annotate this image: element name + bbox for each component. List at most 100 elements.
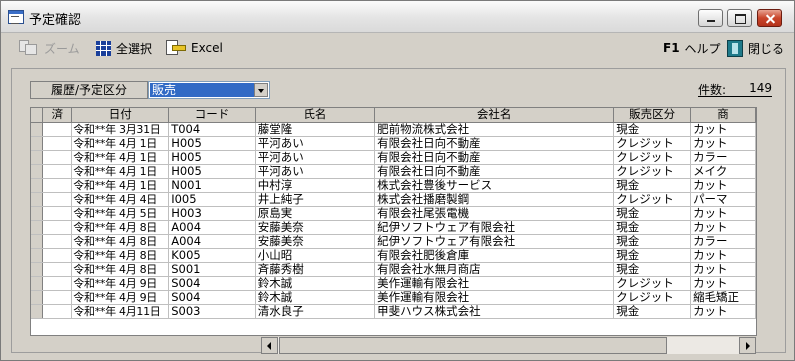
- column-header[interactable]: 済: [42, 108, 73, 123]
- horizontal-scrollbar[interactable]: [261, 337, 756, 354]
- done-checkbox-cell[interactable]: [42, 206, 73, 221]
- done-checkbox-cell[interactable]: [42, 150, 73, 165]
- row-selector[interactable]: [31, 178, 44, 193]
- table-cell: 令和**年 3月31日: [71, 122, 170, 137]
- table-cell: 有限会社日向不動産: [374, 136, 615, 151]
- done-checkbox-cell[interactable]: [42, 304, 73, 319]
- select-all-button[interactable]: 全選択: [96, 38, 152, 58]
- table-cell: 平河あい: [255, 164, 376, 179]
- table-cell: H005: [168, 136, 256, 151]
- table-row[interactable]: 令和**年 4月 8日 K005 小山昭 有限会社肥後倉庫 現金 カット: [31, 248, 756, 263]
- record-count: 件数: 149: [698, 81, 772, 97]
- help-button[interactable]: F1 ヘルプ: [663, 38, 721, 58]
- row-selector[interactable]: [31, 290, 44, 305]
- table-row[interactable]: 令和**年 4月 9日 S004 鈴木誠 美作運輸有限会社 クレジット カット: [31, 276, 756, 291]
- row-selector[interactable]: [31, 262, 44, 277]
- done-checkbox-cell[interactable]: [42, 248, 73, 263]
- schedule-table: 済 日付 コード 氏名 会社名 販売区分 商 令和**年 3月31日 T004 藤堂…: [31, 108, 756, 319]
- row-selector[interactable]: [31, 192, 44, 207]
- done-checkbox-cell[interactable]: [42, 220, 73, 235]
- row-selector[interactable]: [31, 234, 44, 249]
- table-row[interactable]: 令和**年 4月 1日 H005 平河あい 有限会社日向不動産 クレジット カット: [31, 136, 756, 151]
- table-cell: 令和**年 4月 8日: [71, 234, 170, 249]
- done-checkbox-cell[interactable]: [42, 262, 73, 277]
- table-cell: 藤堂隆: [255, 122, 376, 137]
- done-checkbox-cell[interactable]: [42, 290, 73, 305]
- row-selector[interactable]: [31, 304, 44, 319]
- row-selector[interactable]: [31, 206, 44, 221]
- table-cell: 現金: [613, 178, 692, 193]
- table-row[interactable]: 令和**年 4月 8日 S001 斉藤秀樹 有限会社水無月商店 現金 カット: [31, 262, 756, 277]
- table-cell: 株式会社豊後サービス: [374, 178, 615, 193]
- close-button[interactable]: 閉じる: [727, 38, 784, 58]
- done-checkbox-cell[interactable]: [42, 136, 73, 151]
- row-selector[interactable]: [31, 136, 44, 151]
- done-checkbox-cell[interactable]: [42, 234, 73, 249]
- table-row[interactable]: 令和**年 4月 5日 H003 原島実 有限会社尾張電機 現金 カット: [31, 206, 756, 221]
- schedule-grid[interactable]: 済 日付 コード 氏名 会社名 販売区分 商 令和**年 3月31日 T004 藤堂…: [30, 107, 757, 336]
- table-cell: 縮毛矯正: [690, 290, 756, 305]
- grid-icon: [96, 40, 111, 56]
- table-cell: 現金: [613, 206, 692, 221]
- done-checkbox-cell[interactable]: [42, 122, 73, 137]
- zoom-button[interactable]: ズーム: [19, 38, 80, 58]
- done-checkbox-cell[interactable]: [42, 178, 73, 193]
- table-row[interactable]: 令和**年 4月 9日 S004 鈴木誠 美作運輸有限会社 クレジット 縮毛矯正: [31, 290, 756, 305]
- table-row[interactable]: 令和**年 4月11日 S003 清水良子 甲斐ハウス株式会社 現金 カット: [31, 304, 756, 319]
- help-label: ヘルプ: [684, 41, 721, 56]
- row-selector[interactable]: [31, 248, 44, 263]
- app-icon[interactable]: [8, 10, 24, 24]
- minimize-button[interactable]: [698, 9, 723, 27]
- table-header-row: 済 日付 コード 氏名 会社名 販売区分 商: [31, 108, 756, 123]
- table-cell: 井上純子: [255, 192, 376, 207]
- maximize-button[interactable]: [727, 9, 752, 27]
- column-header[interactable]: 氏名: [255, 108, 376, 123]
- table-cell: 安藤美奈: [255, 220, 376, 235]
- done-checkbox-cell[interactable]: [42, 276, 73, 291]
- title-bar[interactable]: 予定確認: [1, 1, 794, 33]
- table-row[interactable]: 令和**年 4月 8日 A004 安藤美奈 紀伊ソフトウェア有限会社 現金 カット: [31, 220, 756, 235]
- column-header[interactable]: 会社名: [374, 108, 615, 123]
- close-window-button[interactable]: [757, 9, 782, 27]
- table-cell: カラー: [690, 150, 756, 165]
- row-selector[interactable]: [31, 220, 44, 235]
- table-cell: S004: [168, 276, 256, 291]
- scroll-left-icon[interactable]: [261, 337, 278, 354]
- horizontal-scroll-thumb[interactable]: [279, 337, 667, 354]
- table-cell: A004: [168, 234, 256, 249]
- excel-button[interactable]: Excel: [164, 38, 223, 58]
- table-row[interactable]: 令和**年 4月 1日 H005 平河あい 有限会社日向不動産 クレジット カラー: [31, 150, 756, 165]
- table-row[interactable]: 令和**年 4月 4日 I005 井上純子 株式会社播磨製鋼 クレジット パーマ: [31, 192, 756, 207]
- column-header[interactable]: 日付: [71, 108, 170, 123]
- chevron-down-icon[interactable]: [254, 83, 268, 97]
- table-cell: 紀伊ソフトウェア有限会社: [374, 220, 615, 235]
- done-checkbox-cell[interactable]: [42, 192, 73, 207]
- row-selector[interactable]: [31, 276, 44, 291]
- table-cell: 有限会社肥後倉庫: [374, 248, 615, 263]
- table-cell: 平河あい: [255, 136, 376, 151]
- table-cell: 有限会社日向不動産: [374, 164, 615, 179]
- done-checkbox-cell[interactable]: [42, 164, 73, 179]
- app-window: 予定確認 ズーム 全選択 Excel F1 ヘルプ 閉じる 履歴/予定区分 販売…: [0, 0, 795, 361]
- table-cell: 現金: [613, 122, 692, 137]
- row-selector[interactable]: [31, 150, 44, 165]
- scroll-right-icon[interactable]: [739, 337, 756, 354]
- row-selector[interactable]: [31, 164, 44, 179]
- table-row[interactable]: 令和**年 4月 1日 N001 中村淳 株式会社豊後サービス 現金 カット: [31, 178, 756, 193]
- column-header[interactable]: コード: [168, 108, 256, 123]
- table-cell: 現金: [613, 262, 692, 277]
- table-cell: 有限会社尾張電機: [374, 206, 615, 221]
- table-cell: 令和**年 4月 4日: [71, 192, 170, 207]
- table-row[interactable]: 令和**年 3月31日 T004 藤堂隆 肥前物流株式会社 現金 カット: [31, 122, 756, 137]
- filter-select[interactable]: 販売: [148, 81, 270, 99]
- filter-selected-value: 販売: [150, 83, 254, 97]
- zoom-label: ズーム: [44, 41, 80, 56]
- column-header[interactable]: 商: [690, 108, 756, 123]
- column-header[interactable]: 販売区分: [613, 108, 692, 123]
- table-cell: 美作運輸有限会社: [374, 290, 615, 305]
- table-row[interactable]: 令和**年 4月 1日 H005 平河あい 有限会社日向不動産 クレジット メイク: [31, 164, 756, 179]
- table-row[interactable]: 令和**年 4月 8日 A004 安藤美奈 紀伊ソフトウェア有限会社 現金 カラー: [31, 234, 756, 249]
- table-cell: クレジット: [613, 290, 692, 305]
- row-selector[interactable]: [31, 122, 44, 137]
- table-cell: H005: [168, 150, 256, 165]
